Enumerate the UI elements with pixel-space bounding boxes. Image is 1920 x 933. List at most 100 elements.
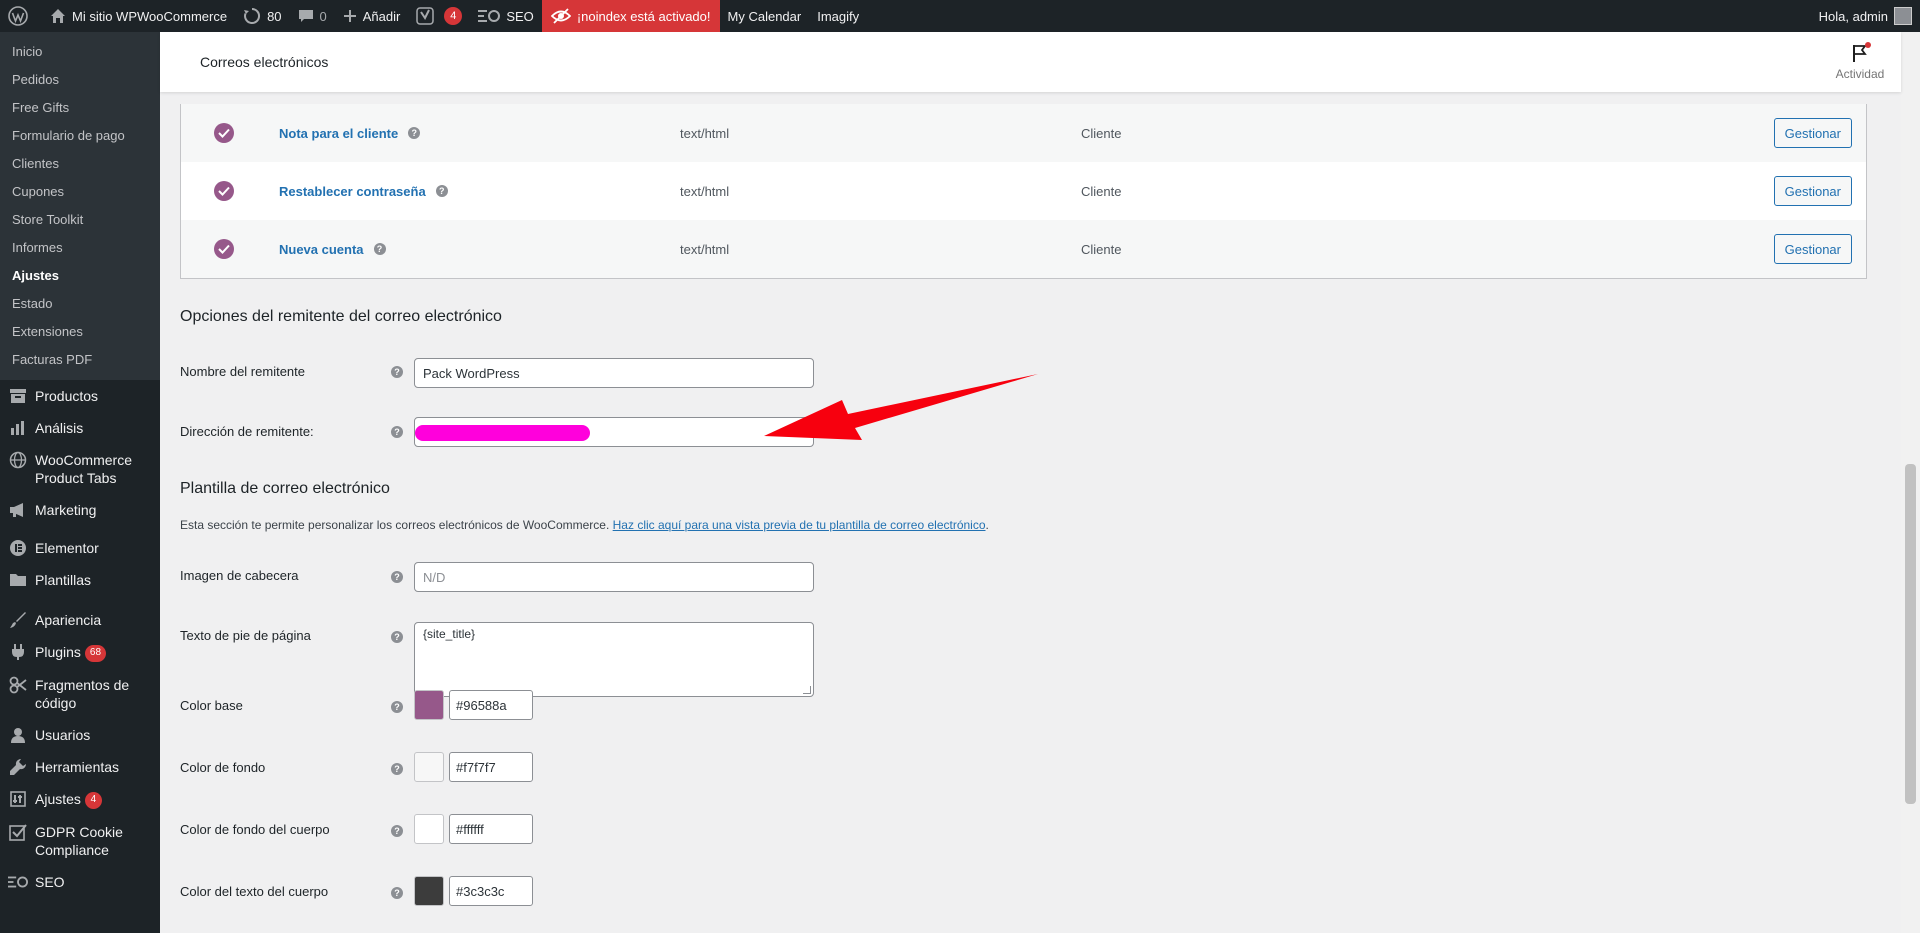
submenu-item-estado[interactable]: Estado bbox=[0, 290, 160, 318]
help-icon[interactable]: ? bbox=[391, 631, 403, 643]
header-image-input[interactable]: N/D bbox=[414, 562, 814, 592]
add-new-link[interactable]: Añadir bbox=[335, 0, 409, 32]
color-base-swatch[interactable] bbox=[414, 690, 444, 720]
manage-button[interactable]: Gestionar bbox=[1773, 118, 1852, 148]
submenu-item-facturas-pdf[interactable]: Facturas PDF bbox=[0, 346, 160, 374]
submenu-item-formulario-de-pago[interactable]: Formulario de pago bbox=[0, 122, 160, 150]
home-icon bbox=[51, 9, 65, 23]
menu-plugins[interactable]: Plugins 68 bbox=[0, 636, 160, 669]
color-de-fondo-del-cuerpo-input[interactable]: #ffffff bbox=[449, 814, 533, 844]
submenu-item-clientes[interactable]: Clientes bbox=[0, 150, 160, 178]
footer-text-textarea[interactable]: {site_title} bbox=[414, 622, 814, 697]
resize-handle[interactable] bbox=[803, 686, 811, 694]
help-icon[interactable]: ? bbox=[408, 127, 421, 139]
menu-seo[interactable]: SEO bbox=[0, 866, 160, 898]
help-icon[interactable]: ? bbox=[391, 887, 403, 899]
header-image-label: Imagen de cabecera bbox=[180, 568, 299, 583]
table-row: Nueva cuenta? text/html Cliente Gestionar bbox=[181, 220, 1866, 278]
enabled-check-icon bbox=[214, 123, 234, 143]
archive-icon bbox=[10, 389, 26, 403]
submenu-item-store-toolkit[interactable]: Store Toolkit bbox=[0, 206, 160, 234]
my-calendar-link[interactable]: My Calendar bbox=[720, 0, 810, 32]
help-icon[interactable]: ? bbox=[391, 426, 403, 438]
menu-gdpr[interactable]: GDPR Cookie Compliance bbox=[0, 816, 160, 866]
menu-productos[interactable]: Productos bbox=[0, 380, 160, 412]
manage-button[interactable]: Gestionar bbox=[1773, 234, 1852, 264]
page-scrollbar[interactable] bbox=[1901, 32, 1920, 933]
help-icon[interactable]: ? bbox=[391, 571, 403, 583]
submenu-item-informes[interactable]: Informes bbox=[0, 234, 160, 262]
recipient: Cliente bbox=[1081, 125, 1122, 141]
menu-marketing[interactable]: Marketing bbox=[0, 494, 160, 526]
updates-count: 80 bbox=[267, 8, 282, 24]
email-name-link[interactable]: Restablecer contraseña? bbox=[279, 184, 448, 199]
submenu-item-extensiones[interactable]: Extensiones bbox=[0, 318, 160, 346]
help-icon[interactable]: ? bbox=[391, 366, 403, 378]
help-icon[interactable]: ? bbox=[391, 825, 403, 837]
menu-plantillas[interactable]: Plantillas bbox=[0, 564, 160, 596]
menu-elementor[interactable]: Elementor bbox=[0, 532, 160, 564]
yoast-icon bbox=[416, 7, 435, 25]
menu-product-tabs[interactable]: WooCommerce Product Tabs bbox=[0, 444, 160, 494]
site-name-link[interactable]: Mi sitio WPWooCommerce bbox=[42, 0, 235, 32]
color-de-fondo-input[interactable]: #f7f7f7 bbox=[449, 752, 533, 782]
menu-analisis[interactable]: Análisis bbox=[0, 412, 160, 444]
scrollbar-thumb[interactable] bbox=[1905, 464, 1916, 804]
plugins-badge: 68 bbox=[84, 644, 107, 662]
page-header: Correos electrónicos Actividad bbox=[160, 32, 1901, 92]
updates-link[interactable]: 80 bbox=[235, 0, 289, 32]
comments-link[interactable]: 0 bbox=[290, 0, 335, 32]
sender-options-title: Opciones del remitente del correo electr… bbox=[180, 308, 502, 325]
flag-icon bbox=[1850, 42, 1871, 63]
eye-off-icon bbox=[550, 8, 571, 24]
email-notifications-table: Nota para el cliente? text/html Cliente Ges… bbox=[180, 104, 1867, 279]
sender-address-input[interactable] bbox=[414, 417, 814, 447]
color-base-input[interactable]: #96588a bbox=[449, 690, 533, 720]
wordpress-logo-icon[interactable] bbox=[0, 0, 42, 32]
globe-icon bbox=[9, 451, 27, 469]
admin-sidebar: Inicio Pedidos Free Gifts Formulario de pag… bbox=[0, 32, 160, 933]
color-de-fondo-swatch[interactable] bbox=[414, 752, 444, 782]
plug-icon bbox=[12, 644, 24, 660]
yoast-link[interactable]: 4 bbox=[408, 0, 470, 32]
submenu-item-inicio[interactable]: Inicio bbox=[0, 38, 160, 66]
bar-chart-icon bbox=[11, 421, 24, 435]
wrench-icon bbox=[10, 758, 27, 775]
seo-link[interactable]: SEO bbox=[470, 0, 541, 32]
site-name: Mi sitio WPWooCommerce bbox=[72, 8, 228, 24]
submenu-item-pedidos[interactable]: Pedidos bbox=[0, 66, 160, 94]
submenu-item-ajustes[interactable]: Ajustes bbox=[0, 262, 160, 290]
ajustes-badge: 4 bbox=[84, 791, 102, 809]
menu-fragmentos[interactable]: Fragmentos de código bbox=[0, 669, 160, 719]
help-icon[interactable]: ? bbox=[391, 763, 403, 775]
activity-button[interactable]: Actividad bbox=[1827, 42, 1893, 81]
color-del-texto-del-cuerpo-input[interactable]: #3c3c3c bbox=[449, 876, 533, 906]
menu-ajustes[interactable]: Ajustes 4 bbox=[0, 783, 160, 816]
template-preview-link[interactable]: Haz clic aquí para una vista previa de t… bbox=[613, 518, 986, 532]
help-icon[interactable]: ? bbox=[435, 185, 448, 197]
submenu-item-free-gifts[interactable]: Free Gifts bbox=[0, 94, 160, 122]
color-del-texto-del-cuerpo-swatch[interactable] bbox=[414, 876, 444, 906]
comment-icon bbox=[298, 10, 313, 22]
menu-apariencia[interactable]: Apariencia bbox=[0, 604, 160, 636]
content-type: text/html bbox=[680, 241, 730, 257]
user-menu[interactable]: Hola, admin bbox=[1819, 7, 1920, 25]
email-name-link[interactable]: Nueva cuenta? bbox=[279, 242, 386, 257]
woocommerce-submenu: Inicio Pedidos Free Gifts Formulario de pag… bbox=[0, 32, 160, 380]
help-icon[interactable]: ? bbox=[373, 243, 386, 255]
footer-text-value: {site_title} bbox=[423, 627, 476, 641]
footer-text-label: Texto de pie de página bbox=[180, 628, 311, 643]
submenu-item-cupones[interactable]: Cupones bbox=[0, 178, 160, 206]
color-de-fondo-del-cuerpo-swatch[interactable] bbox=[414, 814, 444, 844]
color-de-fondo-del-cuerpo-label: Color de fondo del cuerpo bbox=[180, 822, 330, 837]
help-icon[interactable]: ? bbox=[391, 701, 403, 713]
menu-usuarios[interactable]: Usuarios bbox=[0, 719, 160, 751]
seo-label: SEO bbox=[506, 8, 534, 24]
email-name-link[interactable]: Nota para el cliente? bbox=[279, 126, 421, 141]
noindex-warning[interactable]: ¡noindex está activado! bbox=[541, 0, 720, 32]
sender-name-input[interactable]: Pack WordPress bbox=[414, 358, 814, 388]
imagify-link[interactable]: Imagify bbox=[809, 0, 867, 32]
manage-button[interactable]: Gestionar bbox=[1773, 176, 1852, 206]
menu-herramientas[interactable]: Herramientas bbox=[0, 751, 160, 783]
enabled-check-icon bbox=[214, 239, 234, 259]
